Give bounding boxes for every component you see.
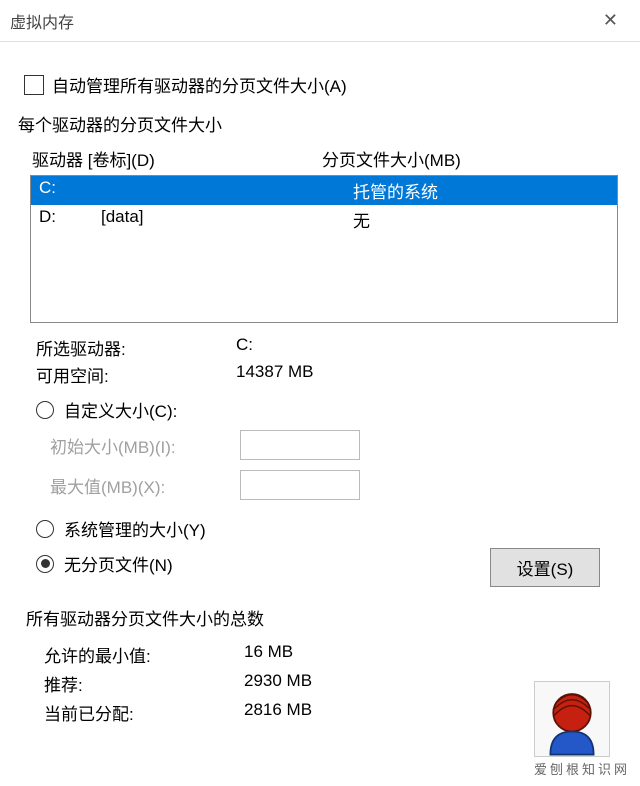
drive-letter: D: (39, 207, 101, 232)
drive-list-headers: 驱动器 [卷标](D) 分页文件大小(MB) (32, 146, 622, 171)
min-row: 允许的最小值: 16 MB (44, 642, 622, 667)
custom-size-radio[interactable]: 自定义大小(C): (36, 397, 622, 422)
radio-icon (36, 520, 54, 538)
radio-icon (36, 401, 54, 419)
drive-label (101, 178, 353, 203)
selected-drive-row: 所选驱动器: C: (36, 335, 622, 360)
set-button[interactable]: 设置(S) (490, 548, 600, 587)
selected-drive-label: 所选驱动器: (36, 335, 236, 360)
system-managed-radio[interactable]: 系统管理的大小(Y) (36, 516, 622, 541)
free-space-label: 可用空间: (36, 362, 236, 387)
selected-drive-value: C: (236, 335, 622, 360)
radio-icon (36, 555, 54, 573)
rec-label: 推荐: (44, 671, 244, 696)
free-space-value: 14387 MB (236, 362, 622, 387)
cur-label: 当前已分配: (44, 700, 244, 725)
drive-letter: C: (39, 178, 101, 203)
system-managed-label: 系统管理的大小(Y) (64, 516, 206, 541)
initial-size-label: 初始大小(MB)(I): (50, 433, 240, 458)
per-drive-legend: 每个驱动器的分页文件大小 (18, 111, 622, 136)
checkbox-icon (24, 75, 44, 95)
close-icon[interactable]: ✕ (591, 4, 630, 37)
no-paging-label: 无分页文件(N) (64, 551, 173, 576)
window-title: 虚拟内存 (10, 9, 74, 33)
drive-size: 无 (353, 207, 609, 232)
max-size-input[interactable] (240, 470, 360, 500)
watermark: 爱刨根知识网 (534, 681, 630, 778)
drive-list[interactable]: C: 托管的系统 D: [data] 无 (30, 175, 618, 323)
custom-size-label: 自定义大小(C): (64, 397, 177, 422)
drive-label: [data] (101, 207, 353, 232)
drive-row[interactable]: D: [data] 无 (31, 205, 617, 234)
totals-legend: 所有驱动器分页文件大小的总数 (26, 605, 622, 630)
auto-manage-label: 自动管理所有驱动器的分页文件大小(A) (52, 72, 347, 97)
totals-fieldset: 所有驱动器分页文件大小的总数 允许的最小值: 16 MB 推荐: 2930 MB… (18, 605, 622, 725)
max-size-label: 最大值(MB)(X): (50, 473, 240, 498)
col-size-header: 分页文件大小(MB) (322, 146, 622, 171)
initial-size-row: 初始大小(MB)(I): (50, 430, 622, 460)
avatar-icon (534, 681, 610, 757)
col-drive-header: 驱动器 [卷标](D) (32, 146, 322, 171)
max-size-row: 最大值(MB)(X): (50, 470, 622, 500)
titlebar: 虚拟内存 ✕ (0, 0, 640, 42)
drive-size: 托管的系统 (353, 178, 609, 203)
initial-size-input[interactable] (240, 430, 360, 460)
free-space-row: 可用空间: 14387 MB (36, 362, 622, 387)
watermark-text: 爱刨根知识网 (534, 759, 630, 778)
min-value: 16 MB (244, 642, 622, 667)
dialog-body: 自动管理所有驱动器的分页文件大小(A) 每个驱动器的分页文件大小 驱动器 [卷标… (0, 42, 640, 725)
drive-row[interactable]: C: 托管的系统 (31, 176, 617, 205)
auto-manage-checkbox[interactable]: 自动管理所有驱动器的分页文件大小(A) (24, 72, 622, 97)
per-drive-fieldset: 每个驱动器的分页文件大小 驱动器 [卷标](D) 分页文件大小(MB) C: 托… (18, 111, 622, 587)
min-label: 允许的最小值: (44, 642, 244, 667)
